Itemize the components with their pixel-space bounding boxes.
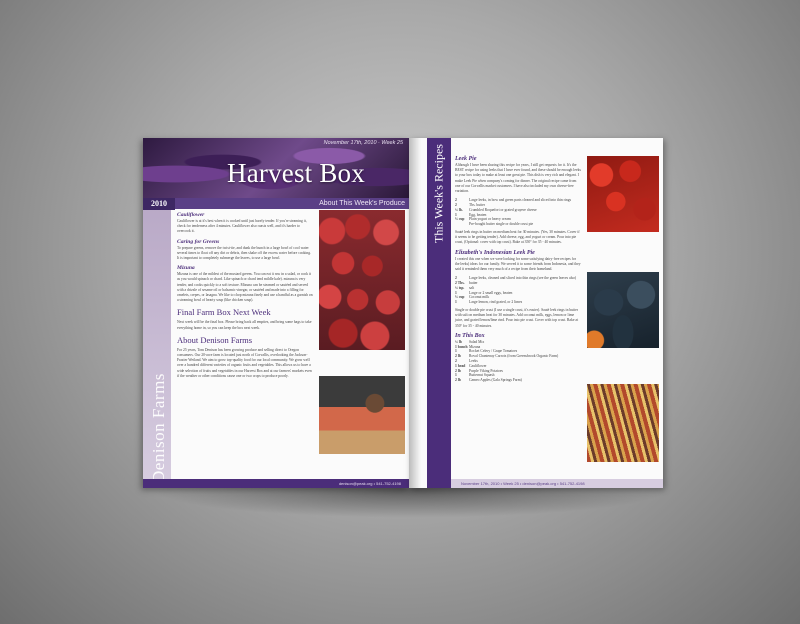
final-box-heading: Final Farm Box Next Week xyxy=(177,307,271,318)
box-item-text: Cameo Apples (Gala Springs Farm) xyxy=(469,378,522,383)
year-badge: 2010 xyxy=(143,198,175,210)
indonesian-leek-pie-method: Single or double pie crust (I use a sing… xyxy=(455,308,579,328)
in-this-box-list: ¼ lb Salad Mix 1 bunch Mizuna 1 Rocket Celery… xyxy=(455,340,581,383)
ingredient-text: Large leeks, cleaned and sliced into thi… xyxy=(469,276,577,281)
ingredient-text: Pre-bought butter single or double crust… xyxy=(469,222,534,227)
recipes-strip-title: This Week's Recipes xyxy=(431,144,446,243)
left-page: November 17th, 2010 · Week 25 Harvest Bo… xyxy=(143,138,409,488)
leek-pie-intro: Although I have been sharing this recipe… xyxy=(455,163,581,194)
mizuna-text: Mizuna is one of the mildest of the must… xyxy=(177,272,313,303)
about-heading: About Denison Farms xyxy=(177,334,253,345)
recipes-strip: This Week's Recipes xyxy=(427,138,451,488)
box-item-text: Roval Chantenay Carrots (from Greensbroo… xyxy=(469,354,559,359)
greens-text: To prepare greens, remove the twist-tie,… xyxy=(177,245,312,261)
indonesian-leek-pie-ingredients: 2 Large leeks, cleaned and sliced into th… xyxy=(455,276,581,305)
newsletter-title: Harvest Box xyxy=(227,158,365,188)
farm-name-vertical: Denison Farms xyxy=(149,373,168,483)
greens-heading: Caring for Greens xyxy=(177,238,220,245)
section-band: About This Week's Produce xyxy=(175,198,409,209)
right-page: This Week's Recipes Leek Pie Although I … xyxy=(409,138,663,488)
leek-pie-ingredients: 2 Large leeks, in bow and green parts cle… xyxy=(455,198,581,227)
ingredient-quantity: 1 xyxy=(455,300,457,305)
about-text: For 25 years, Tom Denison has been growi… xyxy=(177,347,312,378)
ingredient-row: 1 Large lemon, rind grated, or 2 limes xyxy=(455,300,581,305)
mizuna-heading: Mizuna xyxy=(177,265,195,272)
apples-photo xyxy=(319,210,405,350)
left-footer: denison@peak.org • 541-752-4198 xyxy=(143,479,409,488)
ingredient-row: Pre-bought butter single or double crust… xyxy=(455,222,581,227)
leek-pie-title: Leek Pie xyxy=(455,156,477,162)
indonesian-leek-pie-title: Elizabeth's Indonesian Leek Pie xyxy=(455,249,535,256)
eggplant-header-photo: November 17th, 2010 · Week 25 Harvest Bo… xyxy=(143,138,409,198)
ingredient-text: Large lemon, rind grated, or 2 limes xyxy=(469,300,523,305)
box-item-row: 2 lb Cameo Apples (Gala Springs Farm) xyxy=(455,378,581,383)
right-footer: November 17th, 2010 • Week 25 • denison@… xyxy=(451,479,663,488)
tomatoes-photo xyxy=(587,156,659,232)
issue-date: November 17th, 2010 · Week 25 xyxy=(323,140,403,146)
final-box-text: Next week will be the final box. Please … xyxy=(177,320,312,330)
cauliflower-heading: Cauliflower xyxy=(177,212,205,218)
produce-column: Cauliflower Cauliflower is at it's best … xyxy=(177,212,313,383)
box-item-quantity: 2 lb xyxy=(455,378,461,383)
spine-shadow xyxy=(409,138,421,488)
squash-photo xyxy=(587,272,659,348)
indonesian-leek-pie-intro: I created this one when we were looking … xyxy=(455,256,581,272)
band-label: About This Week's Produce xyxy=(319,200,405,207)
ingredient-quantity xyxy=(455,222,469,227)
left-footer-contact: denison@peak.org • 541-752-4198 xyxy=(338,481,401,486)
market-photo xyxy=(319,376,405,454)
recipes-column: Leek Pie Although I have been sharing th… xyxy=(455,156,581,383)
cauliflower-text: Cauliflower is at it's best when it is c… xyxy=(177,219,307,234)
right-footer-contact: November 17th, 2010 • Week 25 • denison@… xyxy=(461,481,585,486)
in-this-box-title: In This Box xyxy=(455,332,485,339)
corn-photo xyxy=(587,384,659,462)
leek-pie-method: Sauté leek rings in butter on medium hea… xyxy=(455,230,580,245)
